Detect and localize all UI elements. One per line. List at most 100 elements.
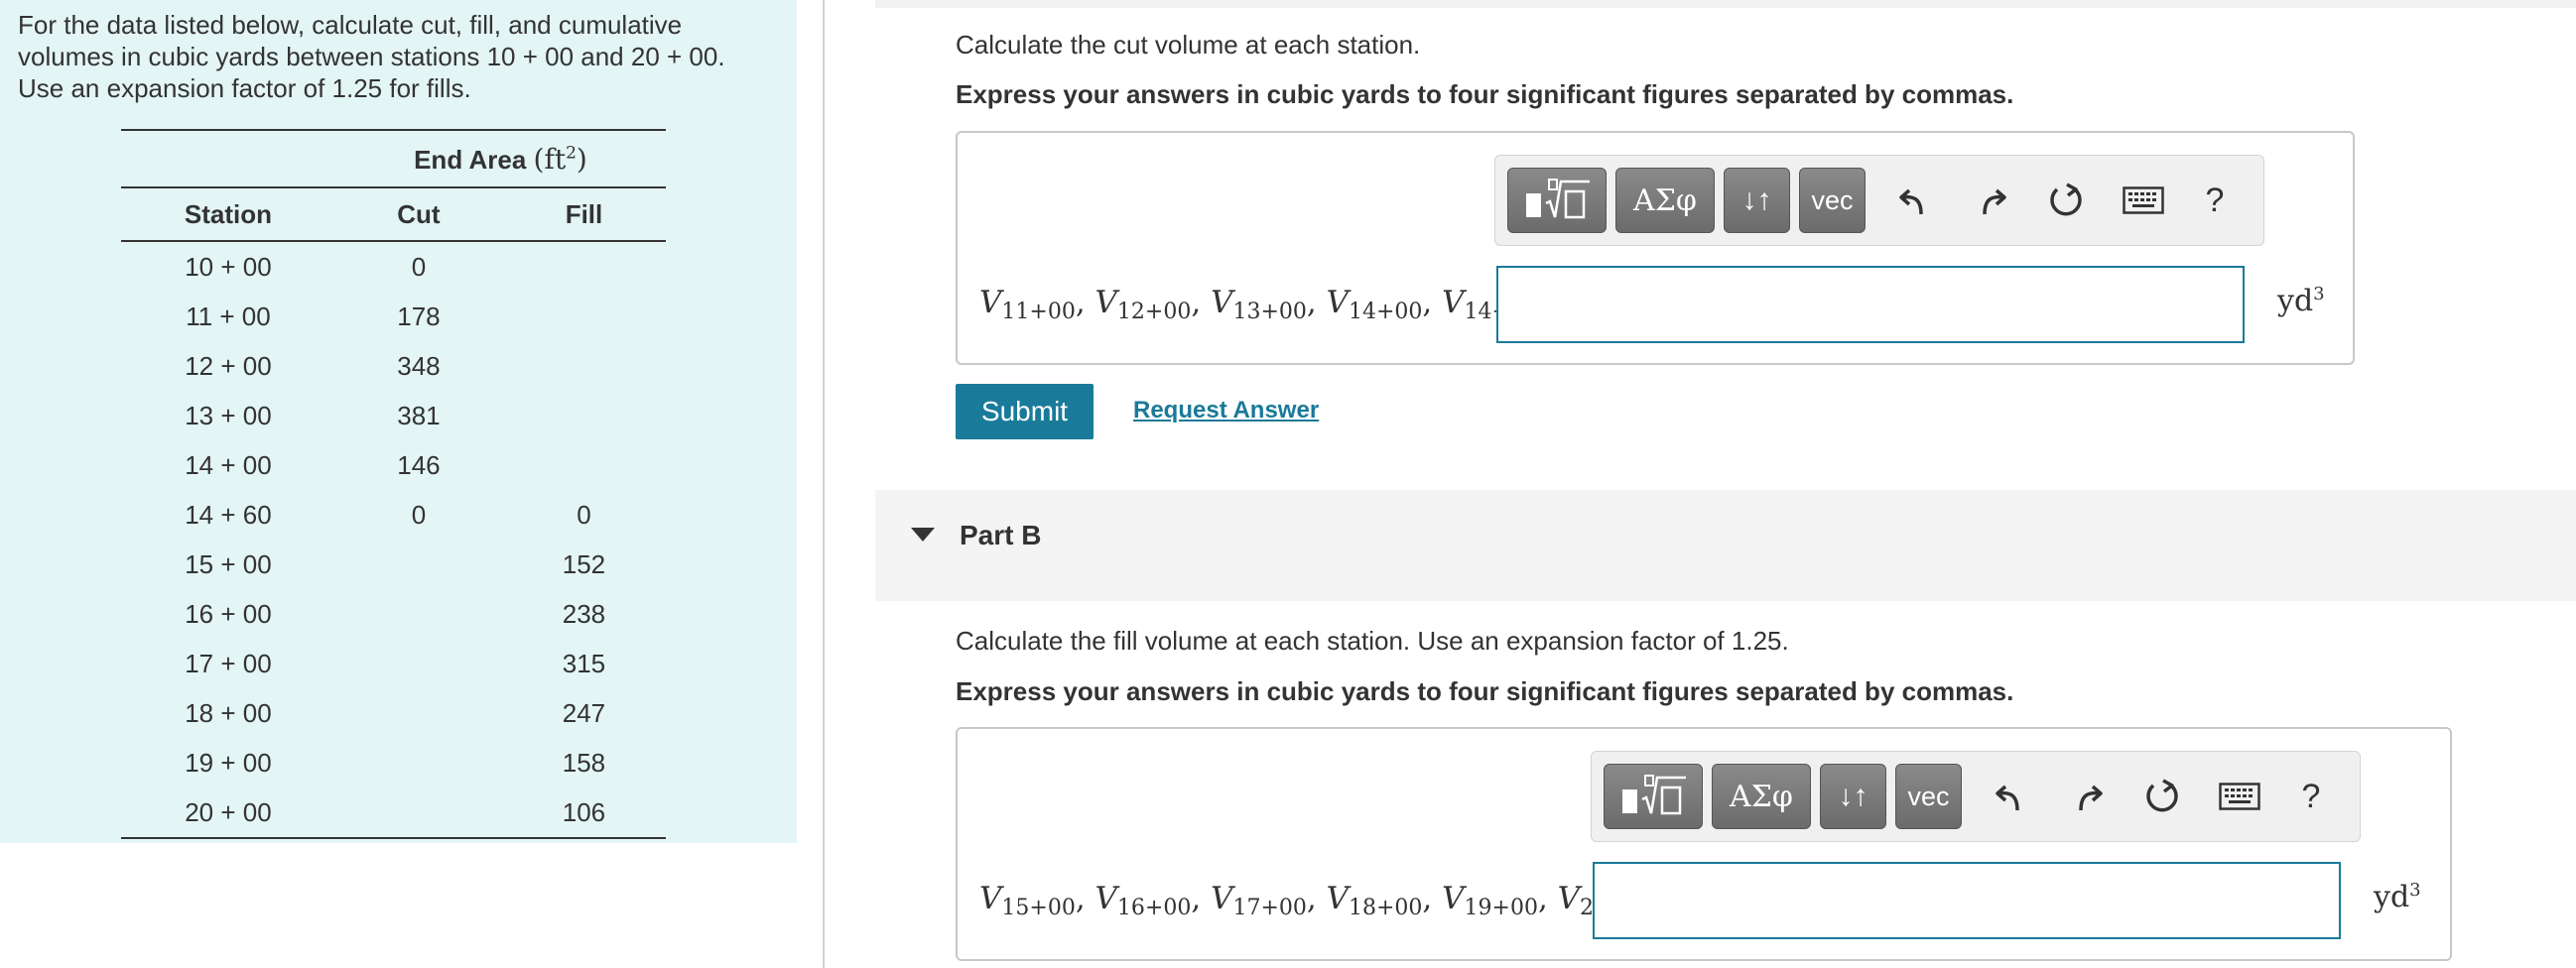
table-row: 18 + 00 247 — [121, 688, 666, 738]
station-cell: 18 + 00 — [185, 697, 272, 728]
station-cell: 11 + 00 — [186, 301, 271, 331]
problem-line-2: volumes in cubic yards between stations … — [18, 42, 725, 71]
part-a-unit: yd3 — [2277, 284, 2325, 318]
cut-cell — [334, 787, 502, 839]
table-row: 14 + 00 146 — [121, 440, 666, 490]
station-cell: 19 + 00 — [185, 747, 272, 778]
undo-button[interactable] — [1987, 772, 2036, 821]
table-group-header-row: End Area (ft2) — [121, 130, 666, 188]
keyboard-button[interactable] — [2119, 176, 2168, 225]
undo-icon — [1996, 785, 2019, 811]
fill-cell: 0 — [577, 499, 591, 530]
reset-button[interactable] — [2137, 772, 2187, 821]
keyboard-button[interactable] — [2215, 772, 2264, 821]
fill-cell: 158 — [562, 747, 606, 778]
reset-button[interactable] — [2041, 176, 2091, 225]
fill-cell: 106 — [501, 787, 666, 839]
keyboard-icon — [2123, 186, 2164, 214]
part-b-header[interactable]: Part B — [875, 490, 2576, 601]
problem-panel: For the data listed below, calculate cut… — [0, 0, 797, 843]
table-row: 11 + 00 178 — [121, 292, 666, 341]
part-a-answer-input[interactable] — [1496, 266, 2245, 343]
station-cell: 14 + 60 — [185, 499, 272, 530]
part-b-instruction: Calculate the fill volume at each statio… — [956, 626, 1789, 656]
part-b-answer-input[interactable] — [1593, 862, 2341, 939]
help-button[interactable]: ? — [2286, 772, 2336, 821]
help-button[interactable]: ? — [2190, 176, 2240, 225]
part-a-format-note: Express your answers in cubic yards to f… — [956, 79, 2014, 109]
fill-cell: 247 — [562, 697, 606, 728]
template-icon — [1622, 775, 1686, 815]
caret-down-icon[interactable] — [911, 528, 935, 542]
redo-button[interactable] — [1966, 176, 2015, 225]
help-icon: ? — [2205, 181, 2225, 219]
cut-cell: 0 — [411, 499, 427, 530]
part-b-format-note: Express your answers in cubic yards to f… — [956, 676, 2014, 706]
table-row: 19 + 00 158 — [121, 738, 666, 787]
station-cell: 15 + 00 — [185, 548, 272, 579]
station-cell: 16 + 00 — [185, 598, 272, 629]
problem-line-1: For the data listed below, calculate cut… — [18, 10, 683, 40]
redo-icon — [2079, 785, 2103, 811]
part-b-answer-box: ΑΣφ ↓↑ vec ? V15+00, V16+00, V17+00, V18… — [956, 727, 2452, 961]
part-b-variable-list: V15+00, V16+00, V17+00, V18+00, V19+00, … — [979, 881, 1689, 920]
template-button[interactable] — [1604, 764, 1703, 829]
part-b-title: Part B — [960, 520, 1042, 550]
cut-cell — [335, 589, 502, 639]
part-a-math-toolbar: ΑΣφ ↓↑ vec ? — [1494, 155, 2264, 246]
part-b-unit: yd3 — [2374, 880, 2421, 914]
table-row: 17 + 00 315 — [121, 639, 666, 688]
part-b-math-toolbar: ΑΣφ ↓↑ vec ? — [1591, 751, 2361, 842]
arrows-button[interactable]: ↓↑ — [1724, 168, 1790, 233]
station-cell: 12 + 00 — [185, 350, 272, 381]
cut-cell — [335, 639, 502, 688]
table-row: 15 + 00 152 — [121, 540, 666, 589]
redo-button[interactable] — [2062, 772, 2112, 821]
fill-cell — [502, 341, 666, 391]
table-row: 10 + 00 0 — [121, 241, 666, 292]
template-button[interactable] — [1507, 168, 1607, 233]
end-area-table: End Area (ft2) Station Cut Fill 10 + 00 0… — [121, 129, 666, 839]
fill-cell — [502, 391, 666, 440]
fill-cell: 315 — [562, 648, 606, 678]
fill-cell — [502, 440, 666, 490]
station-cell: 13 + 00 — [185, 400, 272, 430]
problem-line-3: Use an expansion factor of 1.25 for fill… — [18, 73, 471, 103]
undo-button[interactable] — [1890, 176, 1940, 225]
redo-icon — [1983, 188, 2006, 215]
panel-divider — [823, 0, 825, 968]
fill-cell — [502, 241, 666, 292]
reset-icon — [2146, 779, 2178, 812]
table-row: 14 + 60 0 0 — [121, 490, 666, 540]
station-cell: 14 + 00 — [185, 449, 272, 480]
part-a-variable-list: V11+00, V12+00, V13+00, V14+00, V14+60 = — [979, 285, 1574, 324]
request-answer-link[interactable]: Request Answer — [1133, 397, 1319, 424]
reset-icon — [2050, 182, 2082, 216]
submit-button[interactable]: Submit — [956, 384, 1094, 439]
cut-cell — [335, 540, 502, 589]
fill-cell: 238 — [562, 598, 606, 629]
part-a-instruction: Calculate the cut volume at each station… — [956, 30, 1421, 60]
vector-button[interactable]: vec — [1895, 764, 1962, 829]
end-area-header: End Area (ft2) — [334, 130, 666, 188]
template-icon — [1526, 179, 1590, 219]
fill-cell — [502, 292, 666, 341]
column-header-station: Station — [121, 187, 335, 242]
greek-symbols-button[interactable]: ΑΣφ — [1615, 168, 1715, 233]
part-a-header-strip — [875, 0, 2576, 8]
part-a-answer-box: ΑΣφ ↓↑ vec ? V11+00, V12+00, V13+00, V14… — [956, 131, 2355, 365]
greek-symbols-button[interactable]: ΑΣφ — [1712, 764, 1811, 829]
cut-cell: 381 — [397, 400, 441, 430]
table-row: 12 + 00 348 — [121, 341, 666, 391]
table-row: 16 + 00 238 — [121, 589, 666, 639]
cut-cell — [335, 688, 502, 738]
table-body: 10 + 00 0 11 + 00 178 12 + 00 348 13 + 00 381 14… — [121, 241, 666, 839]
help-icon: ? — [2301, 777, 2321, 815]
station-cell: 10 + 00 — [185, 251, 272, 282]
arrows-button[interactable]: ↓↑ — [1820, 764, 1886, 829]
cut-cell: 348 — [397, 350, 441, 381]
table-row: 13 + 00 381 — [121, 391, 666, 440]
cut-cell: 146 — [397, 449, 441, 480]
vector-button[interactable]: vec — [1799, 168, 1866, 233]
station-cell: 20 + 00 — [121, 787, 335, 839]
